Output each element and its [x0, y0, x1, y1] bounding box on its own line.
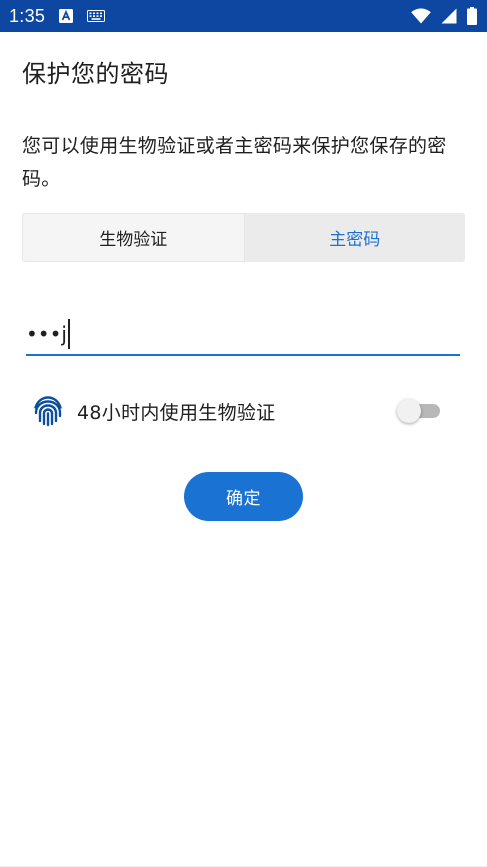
status-bar: 1:35: [0, 0, 487, 32]
a-icon: [59, 9, 74, 23]
toggle-thumb: [397, 399, 421, 423]
password-value: •••j: [26, 322, 67, 346]
status-time: 1:35: [9, 5, 46, 26]
status-left: 1:35: [9, 5, 106, 27]
password-input[interactable]: •••j: [26, 314, 460, 356]
wifi-icon: [411, 8, 431, 24]
keyboard-icon: [87, 10, 106, 22]
battery-icon: [467, 7, 477, 25]
tab-biometric[interactable]: 生物验证: [22, 213, 245, 262]
tab-master-password[interactable]: 主密码: [244, 213, 465, 262]
confirm-button[interactable]: 确定: [184, 472, 303, 521]
status-right: [411, 7, 477, 25]
signal-icon: [441, 8, 457, 24]
fingerprint-icon: [30, 393, 66, 429]
biometric-48h-toggle[interactable]: [397, 399, 440, 423]
auth-method-tabs: 生物验证 主密码: [22, 213, 465, 262]
biometric-48h-label: 48小时内使用生物验证: [77, 401, 276, 424]
page-title: 保护您的密码: [22, 60, 169, 88]
description-text: 您可以使用生物验证或者主密码来保护您保存的密码。: [22, 135, 447, 190]
text-cursor: [67, 319, 70, 349]
biometric-option-row: 48小时内使用生物验证: [30, 390, 445, 432]
